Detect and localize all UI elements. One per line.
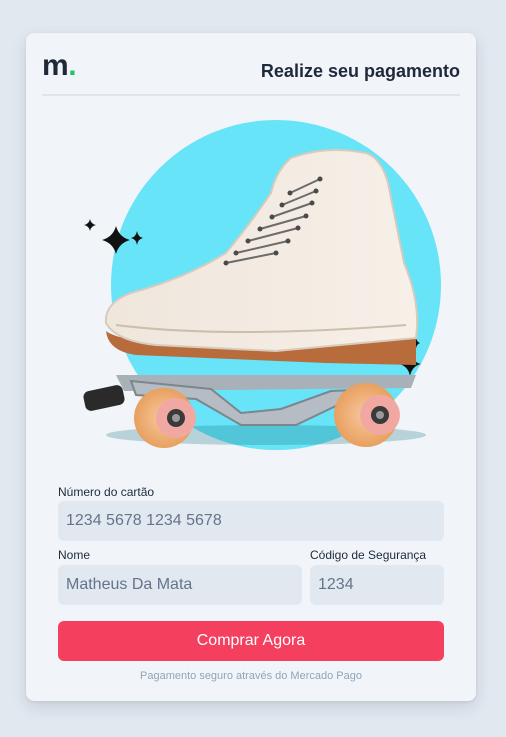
security-code-input[interactable] bbox=[310, 565, 444, 605]
roller-skate-illustration bbox=[83, 120, 441, 450]
logo-letter: m bbox=[42, 49, 69, 82]
card-number-label: Número do cartão bbox=[58, 485, 155, 499]
sparkle-icon bbox=[84, 219, 96, 231]
brand-logo: m. bbox=[42, 49, 77, 82]
buy-now-button[interactable]: Comprar Agora bbox=[58, 621, 444, 661]
payment-card: m. Realize seu pagamento Número do cartã… bbox=[26, 33, 476, 701]
card-number-input[interactable] bbox=[58, 501, 444, 541]
card-header: m. Realize seu pagamento bbox=[42, 33, 460, 96]
name-label: Nome bbox=[58, 548, 91, 562]
page-title: Realize seu pagamento bbox=[260, 61, 460, 81]
security-code-label: Código de Segurança bbox=[310, 548, 427, 562]
secure-payment-note: Pagamento seguro através do Mercado Pago bbox=[140, 670, 362, 682]
logo-dot: . bbox=[68, 49, 77, 82]
name-input[interactable] bbox=[58, 565, 302, 605]
